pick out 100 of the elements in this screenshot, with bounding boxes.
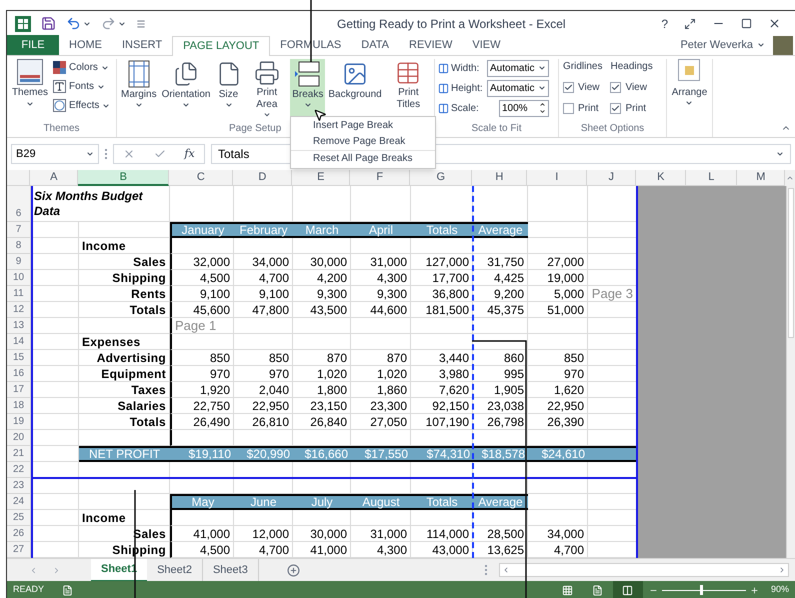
row-number[interactable]: 17 (7, 382, 31, 398)
zoom-slider[interactable] (662, 585, 746, 595)
column-header[interactable]: I (527, 170, 588, 186)
menu-item[interactable]: Insert Page Break (291, 118, 435, 134)
table-cell: $74,310 (411, 446, 473, 462)
zoom-in-icon[interactable] (750, 586, 759, 594)
insert-function-button[interactable]: fx (184, 146, 195, 162)
row-number[interactable]: 13 (7, 318, 31, 334)
row-number[interactable]: 23 (7, 478, 31, 494)
row-number[interactable]: 7 (7, 222, 31, 238)
checkbox[interactable] (563, 82, 574, 93)
undo-icon[interactable] (66, 16, 81, 31)
table-cell: 4,700 (234, 270, 293, 286)
table-icon (395, 60, 422, 86)
spinner-field[interactable]: 100% (499, 100, 549, 116)
column-header[interactable]: H (472, 170, 528, 186)
ribbon-button[interactable]: Size (214, 59, 244, 119)
column-header[interactable]: K (636, 170, 686, 186)
column-header[interactable]: J (587, 170, 636, 186)
ribbon-tab[interactable]: REVIEW (399, 35, 462, 55)
checkbox[interactable] (610, 103, 622, 114)
row-number[interactable]: 16 (7, 366, 31, 382)
enter-icon[interactable] (154, 148, 166, 160)
row-number[interactable]: 12 (7, 302, 31, 318)
row-number[interactable]: 14 (7, 334, 31, 350)
table-cell: 92,150 (411, 398, 473, 414)
ribbon-button[interactable]: Background (326, 59, 384, 119)
customize-icon[interactable] (136, 18, 146, 28)
row-number[interactable]: 8 (7, 238, 31, 254)
theme-option-button[interactable]: Fonts (53, 79, 110, 94)
column-header[interactable]: B (78, 170, 170, 186)
row-number[interactable]: 15 (7, 350, 31, 366)
checkbox[interactable] (610, 82, 622, 93)
dashed-page-break-line[interactable] (472, 186, 474, 558)
row-number[interactable]: 18 (7, 398, 31, 414)
column-header[interactable]: A (30, 170, 78, 186)
name-box[interactable]: B29 (11, 144, 99, 164)
row-number[interactable]: 10 (7, 270, 31, 286)
arrange-button[interactable]: Arrange (672, 59, 708, 107)
checkbox-label: Print (625, 102, 646, 116)
user-name[interactable]: Peter Weverka (680, 36, 753, 54)
column-header[interactable]: M (737, 170, 786, 186)
column-header[interactable]: L (686, 170, 738, 186)
column-header[interactable]: G (410, 170, 472, 186)
theme-option-button[interactable]: Effects (53, 98, 110, 113)
row-number[interactable]: 6 (7, 186, 31, 222)
add-sheet-icon[interactable] (286, 564, 300, 576)
themes-button[interactable]: Themes (11, 59, 49, 108)
cancel-icon[interactable] (123, 148, 136, 160)
vertical-scrollbar[interactable] (786, 186, 795, 558)
close-icon[interactable] (768, 17, 781, 30)
row-number[interactable]: 19 (7, 414, 31, 430)
maximize-icon[interactable] (741, 18, 752, 29)
ribbon-tab[interactable]: INSERT (112, 35, 172, 55)
table-cell: 9,200 (473, 286, 528, 302)
row-number[interactable]: 9 (7, 254, 31, 270)
ribbon-tab[interactable]: VIEW (462, 35, 511, 55)
file-tab[interactable]: FILE (7, 35, 59, 55)
zoom-level[interactable]: 90% (770, 583, 789, 597)
ribbon-button[interactable]: Print Area (244, 59, 290, 119)
ribbon-tab[interactable]: HOME (59, 35, 112, 55)
ribbon-button[interactable]: Margins (119, 59, 159, 119)
menu-item[interactable]: Reset All Page Breaks (291, 151, 435, 167)
spin-down-icon[interactable] (539, 108, 546, 115)
dropdown-field[interactable]: Automatic (487, 80, 549, 96)
column-header[interactable]: D (233, 170, 292, 186)
redo-icon[interactable] (101, 16, 116, 31)
table-cell: 34,000 (528, 526, 588, 542)
row-number[interactable]: 27 (7, 542, 31, 558)
row-number[interactable]: 25 (7, 510, 31, 526)
scroll-up-icon[interactable] (786, 174, 794, 182)
checkbox[interactable] (563, 103, 574, 114)
ribbon-button[interactable]: Orientation (160, 59, 212, 119)
dropdown-field[interactable]: Automatic (487, 60, 549, 76)
save-icon[interactable] (41, 16, 56, 31)
ribbon-button[interactable]: Breaks (290, 59, 326, 119)
ribbon-display-icon[interactable] (684, 18, 696, 30)
horizontal-scrollbar[interactable] (499, 563, 789, 577)
slider-thumb[interactable] (700, 585, 703, 595)
ribbon-button[interactable]: Print Titles (384, 59, 432, 119)
ribbon-tab[interactable]: DATA (351, 35, 399, 55)
column-header[interactable]: F (350, 170, 410, 186)
scroll-left-icon[interactable] (502, 566, 510, 574)
row-number[interactable]: 11 (7, 286, 31, 302)
ribbon-tab[interactable]: PAGE LAYOUT (172, 36, 270, 56)
row-number[interactable]: 22 (7, 462, 31, 478)
column-header[interactable]: C (169, 170, 234, 186)
column-header[interactable]: E (292, 170, 350, 186)
spin-up-icon[interactable] (539, 101, 546, 108)
row-number[interactable]: 20 (7, 430, 31, 446)
row-number[interactable]: 24 (7, 494, 31, 510)
view-button[interactable] (612, 581, 643, 598)
page-break-icon (622, 584, 634, 596)
scroll-right-icon[interactable] (778, 566, 786, 574)
row-number[interactable]: 26 (7, 526, 31, 542)
theme-option-button[interactable]: Colors (53, 60, 110, 75)
row-number[interactable]: 21 (7, 446, 31, 462)
macro-icon[interactable] (62, 584, 74, 596)
caret-icon (97, 82, 106, 90)
help-button[interactable]: ? (661, 14, 668, 32)
